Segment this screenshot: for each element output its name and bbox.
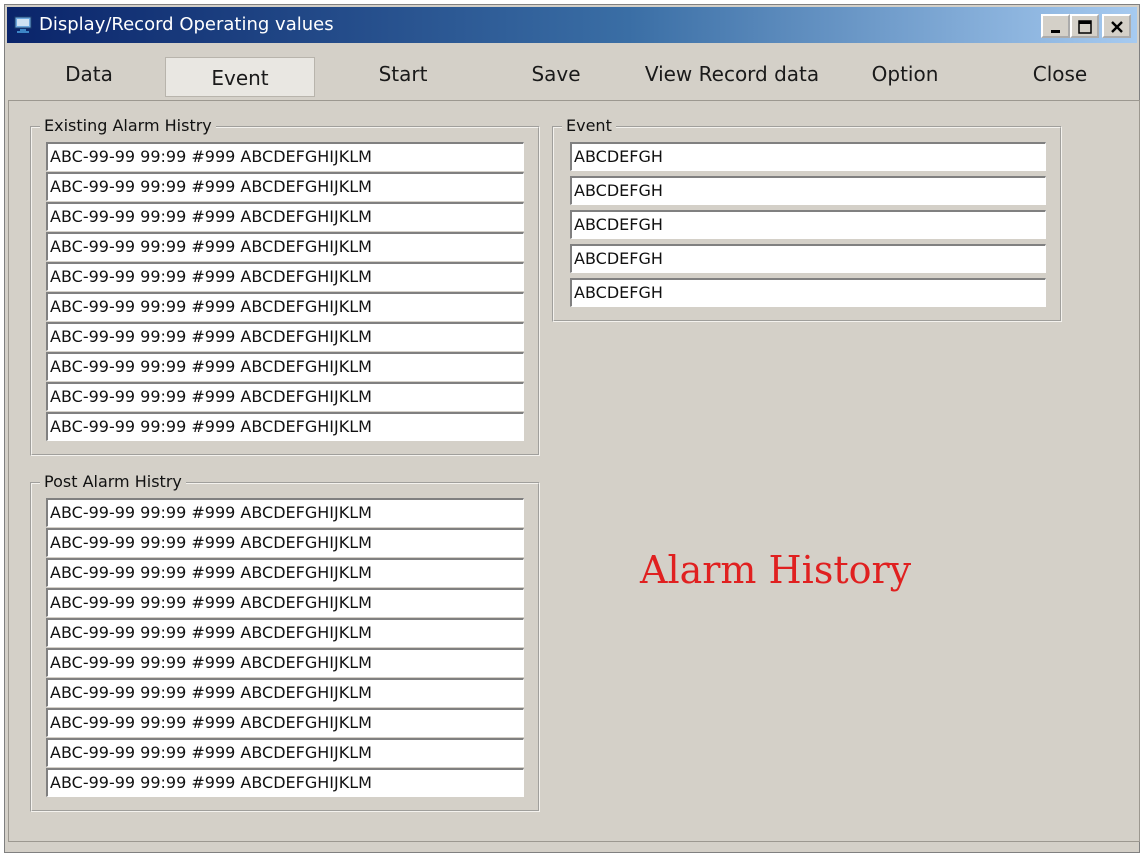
menu-bar: Data Event Start Save View Record data O… <box>7 45 1137 103</box>
menu-start[interactable]: Start <box>367 59 439 89</box>
menu-option[interactable]: Option <box>865 59 945 89</box>
existing-alarm-row[interactable]: ABC-99-99 99:99 #999 ABCDEFGHIJKLM <box>46 322 524 351</box>
menu-view-record-data[interactable]: View Record data <box>637 59 827 89</box>
post-alarm-title: Post Alarm Histry <box>40 472 186 492</box>
event-group: Event ABCDEFGH ABCDEFGH ABCDEFGH ABCDEFG… <box>552 116 1062 322</box>
event-row[interactable]: ABCDEFGH <box>570 142 1046 171</box>
close-icon <box>1111 21 1123 33</box>
maximize-icon <box>1078 20 1092 34</box>
event-row[interactable]: ABCDEFGH <box>570 278 1046 307</box>
menu-event[interactable]: Event <box>165 57 315 97</box>
existing-alarm-row[interactable]: ABC-99-99 99:99 #999 ABCDEFGHIJKLM <box>46 412 524 441</box>
post-alarm-row[interactable]: ABC-99-99 99:99 #999 ABCDEFGHIJKLM <box>46 768 524 797</box>
minimize-button[interactable] <box>1041 14 1070 38</box>
post-alarm-row[interactable]: ABC-99-99 99:99 #999 ABCDEFGHIJKLM <box>46 738 524 767</box>
existing-alarm-row[interactable]: ABC-99-99 99:99 #999 ABCDEFGHIJKLM <box>46 292 524 321</box>
event-row[interactable]: ABCDEFGH <box>570 176 1046 205</box>
alarm-history-caption: Alarm History <box>640 548 912 592</box>
post-alarm-row[interactable]: ABC-99-99 99:99 #999 ABCDEFGHIJKLM <box>46 498 524 527</box>
close-button[interactable] <box>1102 14 1131 38</box>
existing-alarm-row[interactable]: ABC-99-99 99:99 #999 ABCDEFGHIJKLM <box>46 262 524 291</box>
existing-alarm-title: Existing Alarm Histry <box>40 116 216 136</box>
existing-alarm-row[interactable]: ABC-99-99 99:99 #999 ABCDEFGHIJKLM <box>46 352 524 381</box>
post-alarm-row[interactable]: ABC-99-99 99:99 #999 ABCDEFGHIJKLM <box>46 648 524 677</box>
minimize-icon <box>1051 30 1060 33</box>
post-alarm-row[interactable]: ABC-99-99 99:99 #999 ABCDEFGHIJKLM <box>46 558 524 587</box>
post-alarm-row[interactable]: ABC-99-99 99:99 #999 ABCDEFGHIJKLM <box>46 708 524 737</box>
existing-alarm-row[interactable]: ABC-99-99 99:99 #999 ABCDEFGHIJKLM <box>46 172 524 201</box>
menu-save[interactable]: Save <box>521 59 591 89</box>
existing-alarm-row[interactable]: ABC-99-99 99:99 #999 ABCDEFGHIJKLM <box>46 202 524 231</box>
existing-alarm-group: Existing Alarm Histry ABC-99-99 99:99 #9… <box>30 116 540 456</box>
post-alarm-row[interactable]: ABC-99-99 99:99 #999 ABCDEFGHIJKLM <box>46 678 524 707</box>
menu-data[interactable]: Data <box>53 59 125 89</box>
event-title: Event <box>562 116 616 136</box>
post-alarm-row[interactable]: ABC-99-99 99:99 #999 ABCDEFGHIJKLM <box>46 618 524 647</box>
menu-close[interactable]: Close <box>1023 59 1097 89</box>
event-row[interactable]: ABCDEFGH <box>570 244 1046 273</box>
app-icon <box>13 15 33 35</box>
title-bar[interactable]: Display/Record Operating values <box>7 7 1137 43</box>
maximize-button[interactable] <box>1070 14 1099 38</box>
post-alarm-row[interactable]: ABC-99-99 99:99 #999 ABCDEFGHIJKLM <box>46 588 524 617</box>
existing-alarm-row[interactable]: ABC-99-99 99:99 #999 ABCDEFGHIJKLM <box>46 142 524 171</box>
post-alarm-row[interactable]: ABC-99-99 99:99 #999 ABCDEFGHIJKLM <box>46 528 524 557</box>
existing-alarm-row[interactable]: ABC-99-99 99:99 #999 ABCDEFGHIJKLM <box>46 232 524 261</box>
post-alarm-group: Post Alarm Histry ABC-99-99 99:99 #999 A… <box>30 472 540 812</box>
event-row[interactable]: ABCDEFGH <box>570 210 1046 239</box>
existing-alarm-row[interactable]: ABC-99-99 99:99 #999 ABCDEFGHIJKLM <box>46 382 524 411</box>
window-title: Display/Record Operating values <box>39 14 334 35</box>
